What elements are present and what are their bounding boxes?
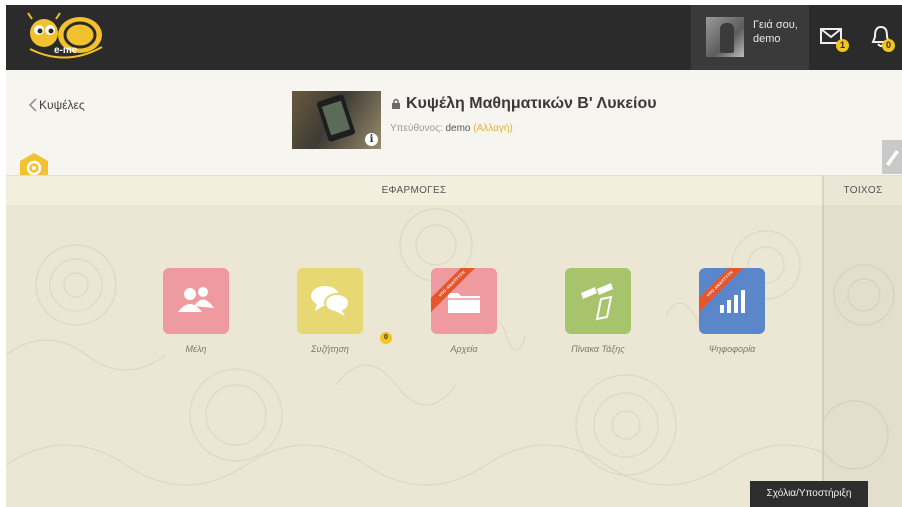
greeting-line-1: Γειά σου, — [753, 19, 798, 31]
chevron-left-icon — [28, 98, 37, 112]
app-discussion-label: Συζήτηση — [311, 344, 349, 354]
app-frame: e-me Γειά σου, demo 1 0 Κυψέλες i Κυψέλη… — [6, 5, 902, 507]
app-members[interactable]: Μέλη — [151, 268, 241, 354]
members-icon — [178, 287, 214, 312]
edit-wall-button[interactable] — [882, 140, 902, 174]
e-me-logo[interactable]: e-me — [26, 11, 106, 63]
bar-chart-icon — [720, 290, 745, 313]
responsible-label: Υπεύθυνος: — [390, 123, 443, 134]
app-poll-label: Ψηφοφορία — [708, 344, 756, 354]
change-responsible-link[interactable]: (Αλλαγή) — [473, 123, 513, 134]
notifications-button[interactable]: 0 — [864, 19, 900, 55]
app-files[interactable]: ΥΠΟ ΑΝΑΠΤΥΞΗ Αρχεία — [419, 268, 509, 354]
back-label: Κυψέλες — [39, 98, 85, 112]
chat-icon — [311, 286, 350, 316]
app-discussion[interactable]: Συζήτηση — [285, 268, 375, 354]
greeting: Γειά σου, demo — [753, 18, 798, 46]
lock-icon — [392, 98, 400, 109]
logo-text: e-me — [54, 45, 78, 56]
hive-thumbnail[interactable]: i — [292, 91, 381, 149]
app-poll[interactable]: ΥΠΟ ΑΝΑΠΤΥΞΗ Ψηφοφορία — [687, 268, 777, 354]
apps-panel: Μέλη Συζήτηση 0 ΥΠΟ ΑΝΑΠΤΥΞΗ Αρχεία Πίνα… — [6, 205, 822, 507]
avatar — [706, 17, 744, 57]
responsible-name: demo — [445, 123, 471, 134]
top-bar: e-me Γειά σου, demo 1 0 — [6, 5, 902, 70]
app-class-board-label: Πίνακα Τάξης — [571, 344, 625, 354]
app-files-tile[interactable]: ΥΠΟ ΑΝΑΠΤΥΞΗ — [431, 268, 497, 334]
hive-header: Κυψέλες i Κυψέλη Μαθηματικών Β' Λυκείου … — [6, 70, 902, 183]
greeting-line-2: demo — [753, 33, 781, 45]
app-poll-tile[interactable]: ΥΠΟ ΑΝΑΠΤΥΞΗ — [699, 268, 765, 334]
app-discussion-tile[interactable] — [297, 268, 363, 334]
app-class-board[interactable]: Πίνακα Τάξης — [553, 268, 643, 354]
app-files-label: Αρχεία — [450, 344, 478, 354]
responsible-line: Υπεύθυνος: demo (Αλλαγή) — [390, 123, 513, 134]
user-menu[interactable]: Γειά σου, demo — [691, 5, 809, 70]
mail-count-badge: 1 — [836, 39, 849, 52]
app-class-board-tile[interactable] — [565, 268, 631, 334]
feedback-support-button[interactable]: Σχόλια/Υποστήριξη — [750, 481, 868, 507]
wall-panel — [819, 205, 902, 507]
class-board-icon — [581, 283, 613, 321]
app-members-label: Μέλη — [185, 344, 207, 354]
back-to-hives-link[interactable]: Κυψέλες — [28, 98, 85, 112]
background-pattern — [6, 208, 822, 486]
messages-button[interactable]: 1 — [816, 19, 852, 55]
notification-count-badge: 0 — [882, 39, 895, 52]
hive-title: Κυψέλη Μαθηματικών Β' Λυκείου — [391, 95, 657, 113]
discussion-count-badge: 0 — [380, 332, 392, 344]
wall-section-title: ΤΟΙΧΟΣ — [822, 175, 902, 205]
apps-section-title: ΕΦΑΡΜΟΓΕΣ — [6, 175, 822, 205]
app-members-tile[interactable] — [163, 268, 229, 334]
wall-pattern — [819, 264, 895, 470]
pencil-icon — [886, 150, 899, 166]
hive-title-text: Κυψέλη Μαθηματικών Β' Λυκείου — [406, 95, 657, 112]
info-icon[interactable]: i — [365, 133, 378, 146]
